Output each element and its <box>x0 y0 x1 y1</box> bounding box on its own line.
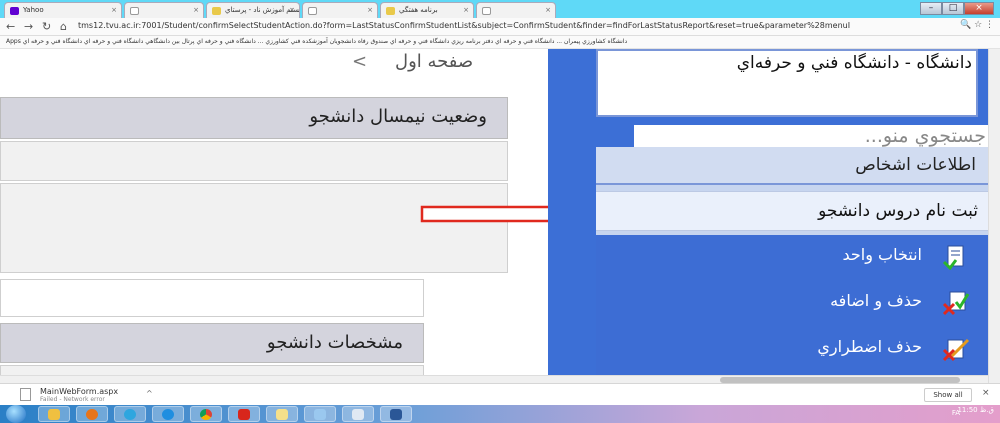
close-icon[interactable]: × <box>193 6 199 14</box>
taskbar-notes[interactable] <box>266 406 298 422</box>
url-field[interactable]: tms12.tvu.ac.ir:7001/Student/confirmSele… <box>78 21 938 34</box>
taskbar-chrome[interactable] <box>190 406 222 422</box>
file-icon <box>20 388 31 401</box>
ie-icon <box>162 409 174 420</box>
reload-icon[interactable]: ↻ <box>42 20 51 33</box>
bookmarks-bar[interactable]: Apps دانشگاه کشاورزي پيمران ... دانشگاه … <box>0 36 1000 49</box>
download-status: Failed - Network error <box>40 396 105 403</box>
tab-weekly-schedule[interactable]: برنامه هفتگي × <box>380 2 474 18</box>
tab-blank-2[interactable]: × <box>302 2 378 18</box>
maximize-button[interactable]: □ <box>942 2 964 15</box>
tab-education-system[interactable]: سیستم آموزش ناد - پرستاي × <box>206 2 300 18</box>
menu-item-course-registration[interactable]: ثبت نام دروس دانشجو <box>596 191 992 231</box>
submenu-list: انتخاب واحد حذف و اضافه حذف اضطراري <box>596 235 992 379</box>
windows-taskbar: FA 11:50 ق.ظ <box>0 405 1000 423</box>
emergency-drop-icon <box>942 338 970 362</box>
back-chevron-icon[interactable]: < <box>352 51 367 72</box>
page-icon <box>482 7 491 15</box>
menu-item-label: ثبت نام دروس دانشجو <box>818 201 978 221</box>
semester-status-header: وضعيت نيمسال دانشجو <box>0 97 508 139</box>
submenu-label: حذف و اضافه <box>830 291 922 310</box>
taskbar-telegram[interactable] <box>114 406 146 422</box>
submenu-label: انتخاب واحد <box>842 245 922 264</box>
site-icon <box>386 7 395 15</box>
tab-blank-1[interactable]: × <box>124 2 204 18</box>
chrome-icon <box>200 409 212 420</box>
submenu-item-add-drop[interactable]: حذف و اضافه <box>722 285 982 325</box>
window-controls: – □ × <box>920 2 994 15</box>
download-item[interactable]: MainWebForm.aspx Failed - Network error … <box>16 387 176 403</box>
page-content: < صفحه اول وضعيت نيمسال دانشجو مشخصات دا… <box>0 49 1000 379</box>
university-name: دانشگاه - دانشگاه فني و حرفه‌اي <box>736 53 972 73</box>
close-icon[interactable]: × <box>367 6 373 14</box>
page-title: صفحه اول <box>395 51 474 72</box>
close-icon[interactable]: × <box>545 6 551 14</box>
zoom-icon[interactable]: 🔍 ☆ ⋮ <box>960 20 994 30</box>
show-all-button[interactable]: Show all <box>924 388 972 402</box>
address-bar: ← → ↻ ⌂ tms12.tvu.ac.ir:7001/Student/con… <box>0 18 1000 36</box>
notes-icon <box>276 409 288 420</box>
menu-search-input[interactable]: جستجوي منو... <box>634 125 992 149</box>
spacer-panel <box>0 279 424 317</box>
site-icon <box>212 7 221 15</box>
minimize-button[interactable]: – <box>920 2 942 15</box>
menu-item-label: اطلاعات اشخاص <box>855 155 976 175</box>
university-banner: دانشگاه - دانشگاه فني و حرفه‌اي <box>596 49 978 117</box>
tab-yahoo[interactable]: Yahoo × <box>4 2 122 18</box>
taskbar-word[interactable] <box>380 406 412 422</box>
close-icon[interactable]: × <box>982 388 990 398</box>
window-close-button[interactable]: × <box>964 2 994 15</box>
paint-icon <box>314 409 326 420</box>
taskbar-explorer[interactable] <box>38 406 70 422</box>
folder-icon <box>48 409 60 420</box>
chevron-up-icon[interactable]: ^ <box>146 389 153 398</box>
download-shelf: MainWebForm.aspx Failed - Network error … <box>0 383 1000 405</box>
yahoo-icon <box>10 7 19 15</box>
student-profile-header: مشخصات دانشجو <box>0 323 424 363</box>
telegram-icon <box>124 409 136 420</box>
taskbar-paint[interactable] <box>304 406 336 422</box>
semester-status-panel-1 <box>0 141 508 181</box>
pdf-icon <box>238 409 250 420</box>
firefox-icon <box>86 409 98 420</box>
submenu-item-select-units[interactable]: انتخاب واحد <box>722 239 982 279</box>
window-icon <box>352 409 364 420</box>
submenu-label: حذف اضطراري <box>817 337 922 356</box>
taskbar-acrobat[interactable] <box>228 406 260 422</box>
page-icon <box>308 7 317 15</box>
semester-status-title: وضعيت نيمسال دانشجو <box>309 106 487 127</box>
add-remove-icon <box>942 291 970 316</box>
system-clock[interactable]: 11:50 ق.ظ <box>957 406 994 414</box>
page-icon <box>130 7 139 15</box>
horizontal-scrollbar[interactable] <box>0 375 988 383</box>
close-icon[interactable]: × <box>111 6 117 14</box>
back-icon[interactable]: ← <box>6 20 15 33</box>
vertical-scrollbar[interactable] <box>988 49 1000 383</box>
home-icon[interactable]: ⌂ <box>60 20 67 33</box>
submenu-item-emergency-drop[interactable]: حذف اضطراري <box>722 331 982 371</box>
menu-item-persons-info[interactable]: اطلاعات اشخاص <box>596 147 992 185</box>
student-profile-title: مشخصات دانشجو <box>266 332 403 353</box>
search-placeholder: جستجوي منو... <box>864 125 986 147</box>
taskbar-firefox[interactable] <box>76 406 108 422</box>
word-icon <box>390 409 402 420</box>
close-icon[interactable]: × <box>463 6 469 14</box>
start-button[interactable] <box>6 405 26 423</box>
browser-tab-strip: Yahoo × × سیستم آموزش ناد - پرستاي × × ب… <box>0 0 1000 18</box>
taskbar-ie[interactable] <box>152 406 184 422</box>
form-icon <box>942 245 964 270</box>
tab-blank-3[interactable]: × <box>476 2 556 18</box>
download-file-name: MainWebForm.aspx <box>40 387 119 396</box>
forward-icon[interactable]: → <box>24 20 33 33</box>
close-icon[interactable]: × <box>289 6 295 14</box>
taskbar-window[interactable] <box>342 406 374 422</box>
